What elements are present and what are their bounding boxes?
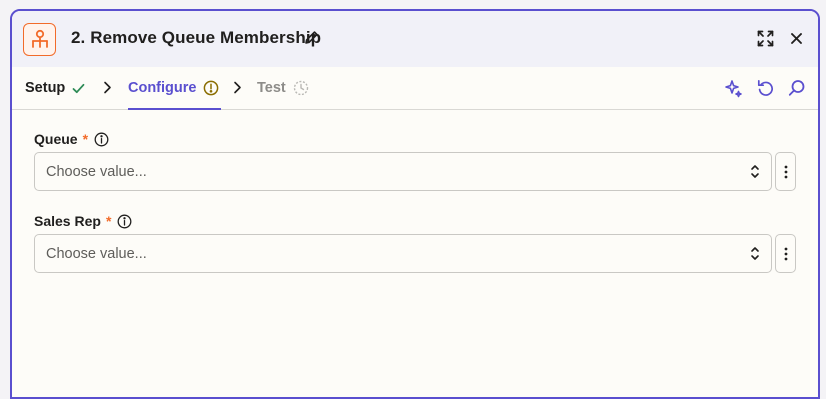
tab-setup-label: Setup (25, 80, 66, 96)
tab-test-label: Test (257, 80, 286, 96)
sales-rep-field-label: Sales Rep * (34, 213, 132, 229)
chevron-updown-icon (751, 247, 759, 260)
check-icon (72, 83, 85, 93)
close-icon[interactable] (790, 32, 803, 50)
undo-icon[interactable] (757, 79, 774, 102)
tab-configure[interactable]: Configure (128, 67, 222, 110)
expand-icon[interactable] (757, 30, 774, 52)
step-editor-panel: 2. Remove Queue Membership Setup Configu… (10, 9, 820, 399)
queue-select[interactable]: Choose value... (34, 152, 772, 191)
required-marker: * (105, 213, 112, 229)
info-icon[interactable] (94, 132, 109, 147)
alert-circle-icon (204, 80, 219, 95)
step-tabs: Setup Configure Test (12, 67, 818, 110)
chevron-updown-icon (751, 165, 759, 178)
search-icon[interactable] (788, 79, 806, 102)
sales-rep-label-text: Sales Rep (34, 213, 101, 229)
more-vertical-icon (784, 165, 787, 178)
chevron-right-icon (234, 81, 241, 94)
sales-rep-more-button[interactable] (775, 234, 796, 273)
queue-label-text: Queue (34, 131, 78, 147)
panel-header: 2. Remove Queue Membership (12, 11, 818, 67)
queue-select-placeholder: Choose value... (46, 163, 147, 180)
info-icon[interactable] (117, 214, 132, 229)
tab-configure-label: Configure (128, 79, 197, 96)
chevron-right-icon (104, 81, 111, 94)
sales-rep-select[interactable]: Choose value... (34, 234, 772, 273)
tab-test[interactable]: Test (257, 67, 309, 109)
tab-setup[interactable]: Setup (25, 67, 85, 109)
pencil-icon[interactable] (304, 30, 319, 50)
sales-rep-select-placeholder: Choose value... (46, 245, 147, 262)
sitemap-icon (23, 23, 56, 56)
queue-more-button[interactable] (775, 152, 796, 191)
step-title: 2. Remove Queue Membership (71, 28, 322, 47)
queue-field-label: Queue * (34, 131, 109, 147)
sparkle-icon[interactable] (724, 79, 743, 103)
progress-icon (293, 80, 308, 96)
more-vertical-icon (784, 247, 787, 260)
required-marker: * (82, 131, 89, 147)
